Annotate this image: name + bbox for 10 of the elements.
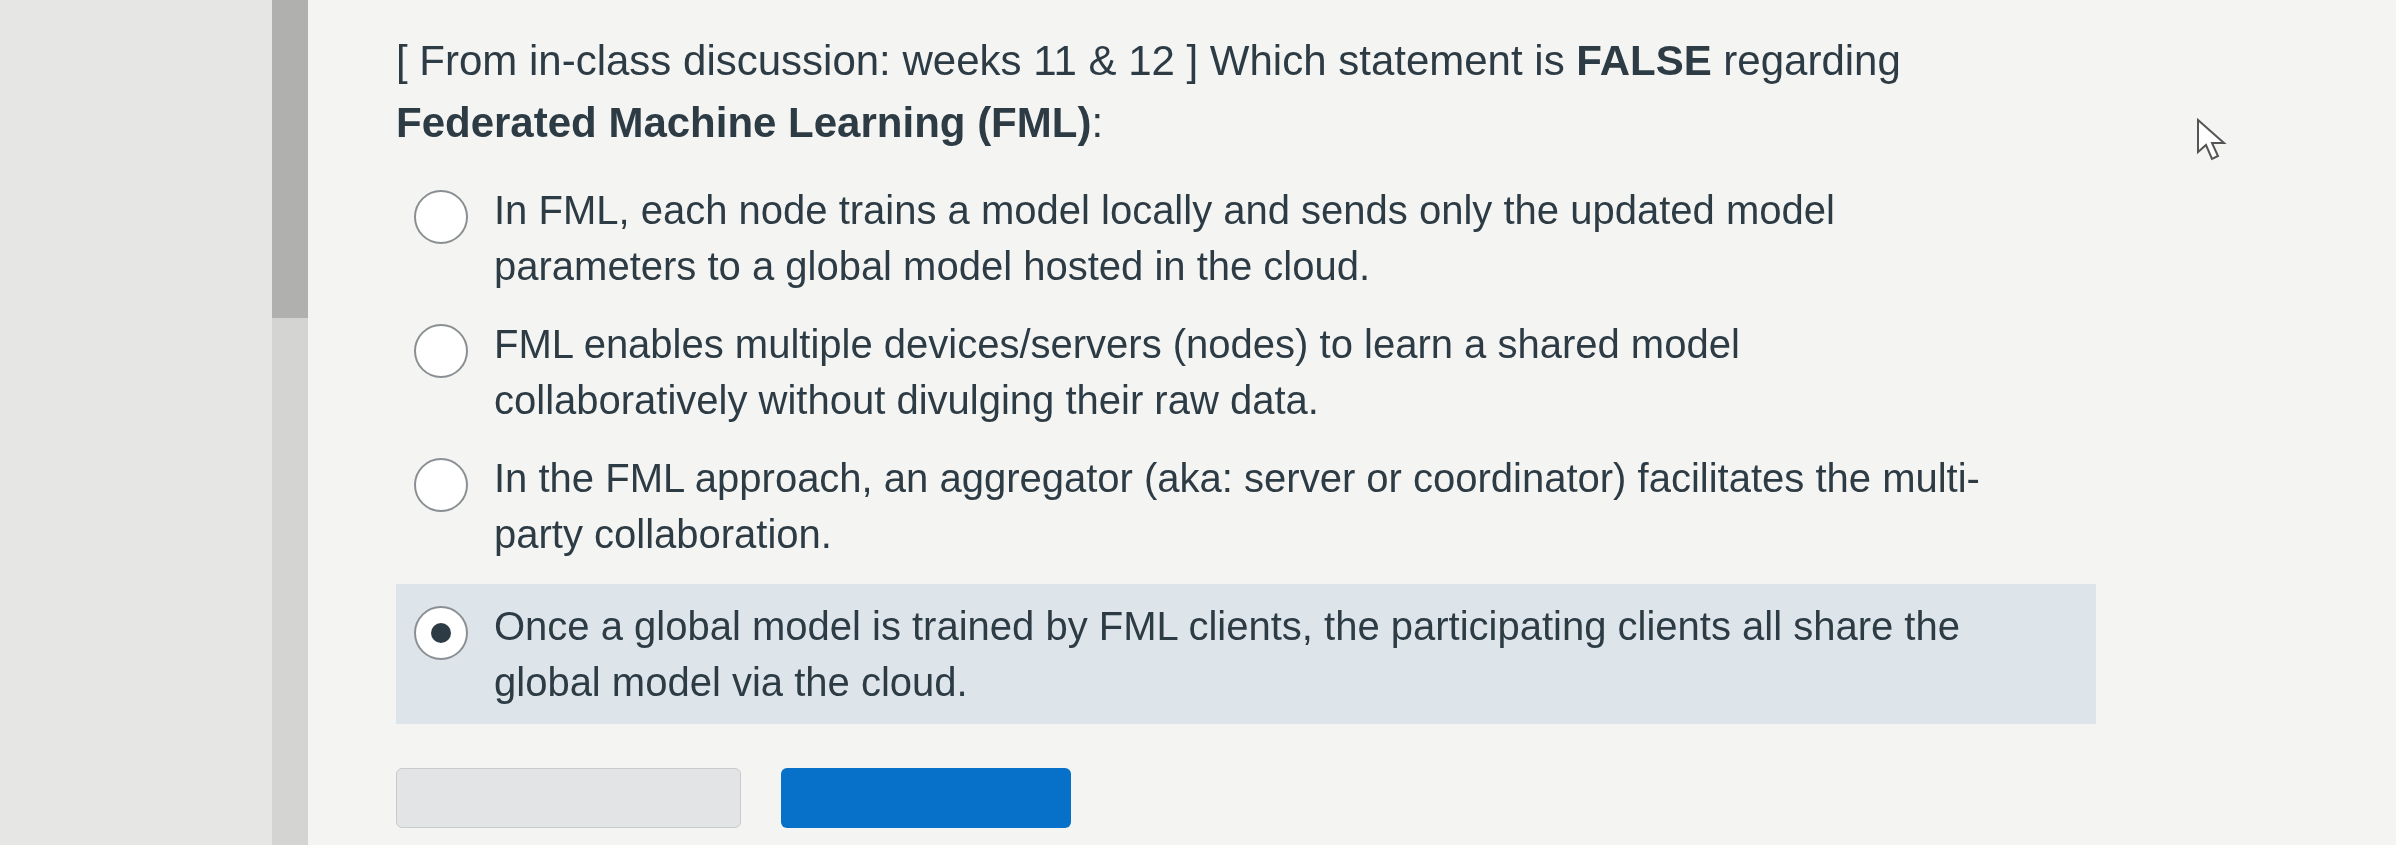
option-text: In the FML approach, an aggregator (aka: server or coordinator) facilitates the multi-party collaboration.: [494, 455, 1981, 558]
option-text: Once a global model is trained by FML clients, the participating clients all share the global model via the cloud.: [494, 603, 1961, 706]
radio-button[interactable]: [414, 190, 468, 244]
radio-button[interactable]: [414, 458, 468, 512]
option-text: FML enables multiple devices/servers (nodes) to learn a shared model collaboratively without divulging their raw data.: [494, 321, 1741, 424]
scrollbar-thumb[interactable]: [272, 0, 308, 318]
radio-button[interactable]: [414, 606, 468, 660]
option-text: In FML, each node trains a model locally and sends only the updated model parameters to a global model hosted in the cloud.: [494, 187, 1836, 290]
question-text: [ From in-class discussion: weeks 11 & 12 ] Which statement is FALSE regarding Federated Machine Learning (FML):: [396, 36, 1902, 148]
radio-button[interactable]: [414, 324, 468, 378]
